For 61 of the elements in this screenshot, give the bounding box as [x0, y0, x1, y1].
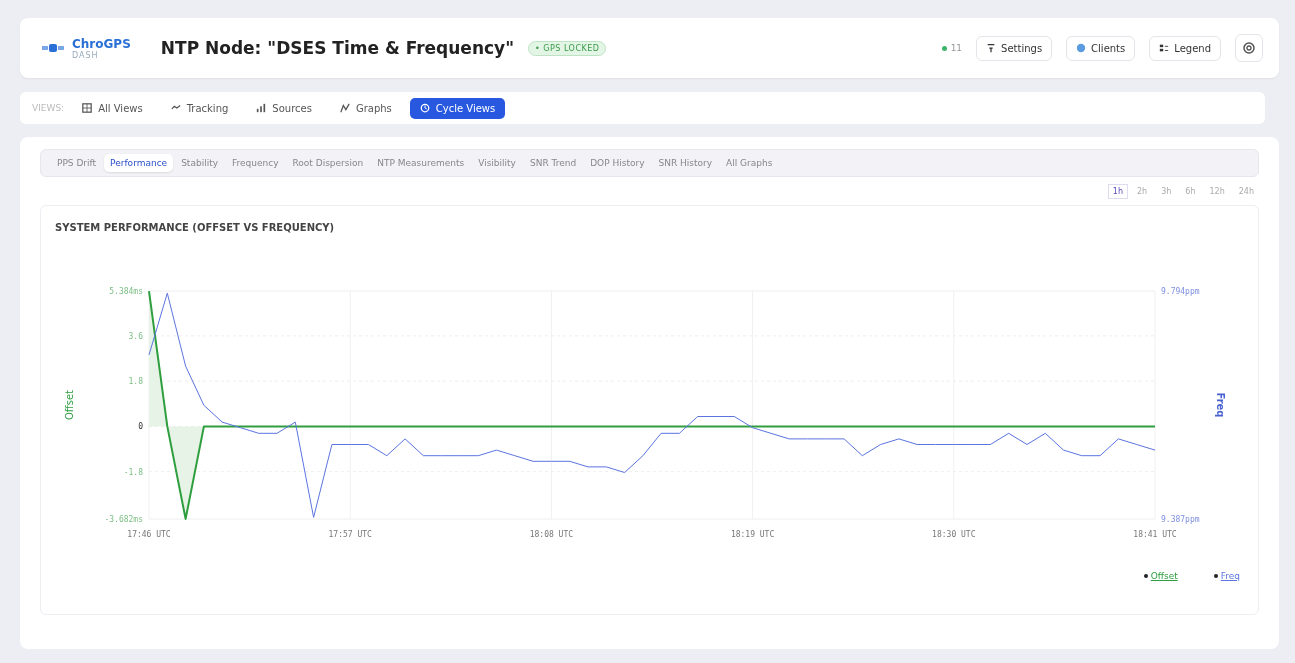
gear-icon: [1242, 41, 1256, 55]
graph-tab[interactable]: Performance: [104, 154, 174, 172]
y-axis-tick: 0: [138, 422, 143, 432]
grid-icon: [82, 103, 93, 113]
satellite-icon: [42, 42, 64, 54]
y-axis-tick: 3.6: [128, 331, 143, 341]
client-count: 11: [950, 43, 963, 53]
y-axis-title: Offset: [64, 390, 75, 420]
legend-item[interactable]: Offset: [1143, 571, 1178, 581]
graph-tab[interactable]: All Graphs: [720, 154, 779, 172]
x-axis-tick: 17:46 UTC: [127, 530, 171, 539]
bar-chart-icon: [256, 103, 267, 113]
y-axis-tick: -1.8: [123, 467, 143, 477]
y2-axis-title: Freq: [1215, 392, 1226, 418]
graph-tab[interactable]: NTP Measurements: [371, 154, 471, 172]
y-axis-tick: 5.384ms: [109, 287, 143, 296]
graph-tab[interactable]: Root Dispersion: [286, 154, 370, 172]
views-label: VIEWS:: [32, 103, 65, 113]
view-tab[interactable]: Tracking: [160, 97, 239, 119]
clock-icon: [419, 103, 430, 113]
time-range-button[interactable]: 6h: [1180, 184, 1201, 199]
chart-title: SYSTEM PERFORMANCE (OFFSET VS FREQUENCY): [55, 222, 335, 233]
x-axis-tick: 18:30 UTC: [932, 530, 976, 539]
x-axis-tick: 17:57 UTC: [328, 530, 372, 539]
view-tab[interactable]: All Views: [72, 97, 153, 119]
y-axis-tick: 1.8: [128, 377, 143, 387]
y2-axis-tick: 9.387ppm: [1161, 515, 1200, 524]
logo-subtitle: DASH: [72, 50, 100, 60]
filter-icon: [986, 43, 997, 53]
time-range-button[interactable]: 3h: [1156, 184, 1177, 199]
globe-icon: [1076, 43, 1087, 53]
time-range-button[interactable]: 24h: [1233, 184, 1259, 199]
legend-item[interactable]: Freq: [1213, 571, 1240, 581]
y2-axis-tick: 9.794ppm: [1161, 287, 1200, 296]
graph-tab[interactable]: SNR History: [652, 154, 719, 172]
list-icon: [1159, 43, 1170, 53]
graph-tab[interactable]: SNR Trend: [523, 154, 583, 172]
x-axis-tick: 18:41 UTC: [1133, 530, 1177, 539]
clients-button[interactable]: Clients: [1066, 35, 1136, 61]
time-range-button[interactable]: 2h: [1132, 184, 1153, 199]
time-range-button[interactable]: 1h: [1107, 184, 1128, 199]
graph-tab[interactable]: Frequency: [226, 154, 285, 172]
graph-tab[interactable]: PPS Drift: [51, 154, 103, 172]
x-axis-tick: 18:08 UTC: [529, 530, 574, 539]
status-badge: • GPS LOCKED: [528, 40, 607, 56]
time-range-button[interactable]: 12h: [1204, 184, 1230, 199]
graph-tab[interactable]: Stability: [175, 154, 224, 172]
view-tab[interactable]: Sources: [246, 97, 322, 119]
legend-button[interactable]: Legend: [1149, 35, 1221, 61]
view-tab[interactable]: Cycle Views: [409, 97, 506, 119]
graph-tab[interactable]: Visibility: [472, 154, 522, 172]
logo-name: ChroGPS: [72, 36, 131, 51]
page-title: NTP Node: "DSES Time & Frequency": [160, 38, 514, 58]
x-axis-tick: 18:19 UTC: [730, 530, 775, 539]
graph-tab[interactable]: DOP History: [584, 154, 651, 172]
status-dot-icon: [941, 45, 947, 51]
settings-button[interactable]: [1235, 34, 1263, 62]
view-tab[interactable]: Graphs: [329, 97, 402, 119]
settings-button[interactable]: Settings: [976, 35, 1053, 61]
graph-icon: [339, 103, 350, 113]
y-axis-tick: -3.682ms: [104, 515, 143, 524]
